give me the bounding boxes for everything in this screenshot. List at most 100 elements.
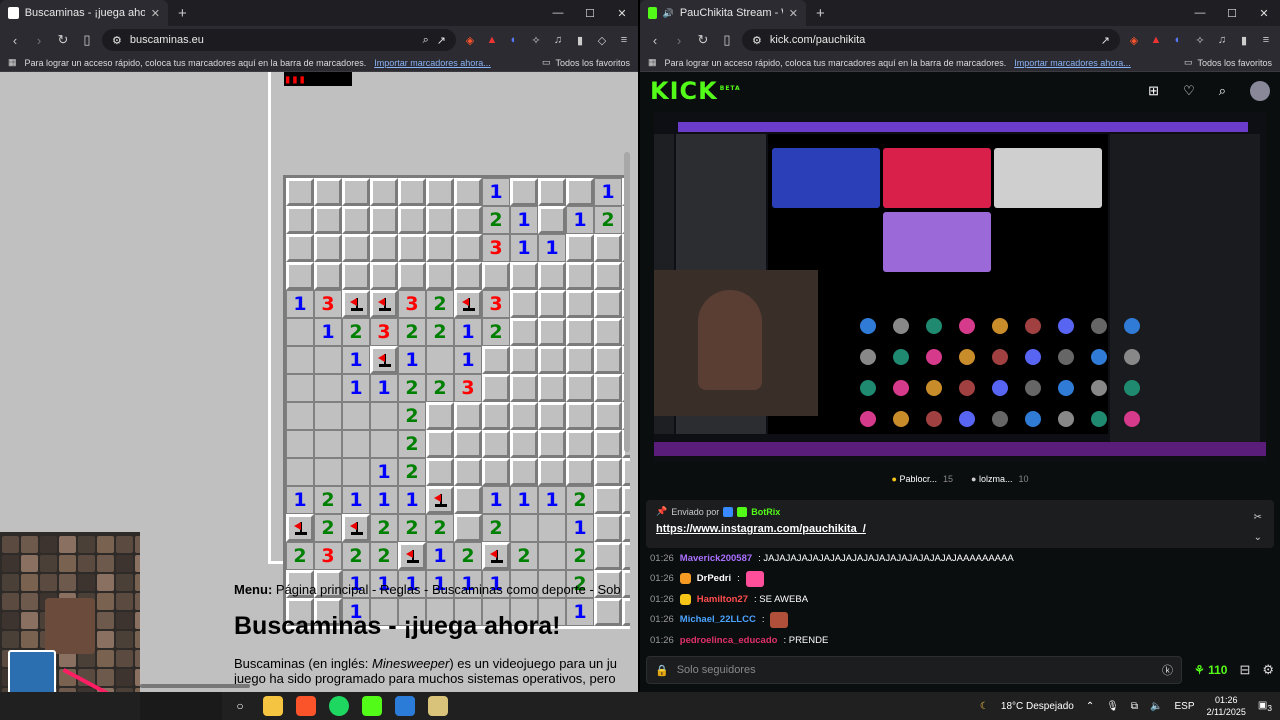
covered-cell[interactable] [622,570,630,598]
covered-cell[interactable] [594,346,622,374]
covered-cell[interactable] [454,514,482,542]
number-cell[interactable]: 3 [454,374,482,402]
flagged-cell[interactable] [398,542,426,570]
flagged-cell[interactable] [370,346,398,374]
forward-icon[interactable]: › [30,33,48,48]
covered-cell[interactable] [622,542,630,570]
number-cell[interactable]: 1 [342,374,370,402]
flagged-cell[interactable] [342,290,370,318]
number-cell[interactable]: 2 [398,374,426,402]
store-icon[interactable]: ⊟ [1239,662,1250,678]
number-cell[interactable]: 2 [482,318,510,346]
brave-rewards-icon[interactable]: ▲ [484,34,500,46]
covered-cell[interactable] [426,458,454,486]
close-window-button[interactable]: ✕ [1248,7,1280,20]
number-cell[interactable]: 2 [398,458,426,486]
vpn-icon[interactable]: ◇ [594,34,610,47]
empty-cell[interactable] [314,458,342,486]
number-cell[interactable]: 1 [538,486,566,514]
covered-cell[interactable] [566,402,594,430]
brave-rewards-icon[interactable]: ▲ [1148,34,1164,46]
chevron-up-icon[interactable]: ⌃ [1086,701,1094,712]
taskbar-search[interactable] [140,692,222,720]
address-bar[interactable]: ⚙ kick.com/pauchikita ↗ [742,29,1120,51]
chevron-down-icon[interactable]: ⌄ [1254,528,1262,548]
bookmark-icon[interactable]: ▯ [78,32,96,48]
leaderboard-entry[interactable]: ● lolzma... 10 [971,474,1028,492]
flagged-cell[interactable] [426,486,454,514]
heart-icon[interactable]: ♡ [1183,83,1195,99]
number-cell[interactable]: 2 [286,542,314,570]
number-cell[interactable]: 1 [510,486,538,514]
covered-cell[interactable] [482,430,510,458]
covered-cell[interactable] [594,514,622,542]
empty-cell[interactable] [342,458,370,486]
close-window-button[interactable]: ✕ [606,7,638,20]
covered-cell[interactable] [454,402,482,430]
covered-cell[interactable] [566,430,594,458]
covered-cell[interactable] [510,290,538,318]
number-cell[interactable]: 2 [314,514,342,542]
maximize-button[interactable]: ☐ [1216,7,1248,20]
back-icon[interactable]: ‹ [6,33,24,48]
brave-icon[interactable] [296,696,316,716]
number-cell[interactable]: 1 [314,318,342,346]
chat-username[interactable]: Hamilton27 [697,594,748,605]
covered-cell[interactable] [538,206,566,234]
number-cell[interactable]: 2 [398,318,426,346]
covered-cell[interactable] [594,402,622,430]
number-cell[interactable]: 1 [398,486,426,514]
covered-cell[interactable] [510,262,538,290]
covered-cell[interactable] [566,458,594,486]
minimize-button[interactable]: — [1184,7,1216,19]
number-cell[interactable]: 2 [482,514,510,542]
empty-cell[interactable] [510,514,538,542]
covered-cell[interactable] [454,206,482,234]
covered-cell[interactable] [622,486,630,514]
instagram-link[interactable]: https://www.instagram.com/pauchikita_/ [656,523,1264,535]
number-cell[interactable]: 2 [566,542,594,570]
covered-cell[interactable] [566,262,594,290]
chat-username[interactable]: DrPedri [697,573,731,584]
wallet-icon[interactable]: ◐ [1170,34,1186,46]
number-cell[interactable]: 2 [398,430,426,458]
apps-icon[interactable]: ▦ [648,57,657,68]
covered-cell[interactable] [594,486,622,514]
number-cell[interactable]: 2 [566,486,594,514]
brave-shield-icon[interactable]: ◈ [1126,34,1142,47]
tab-buscaminas[interactable]: Buscaminas - ¡juega ahora! ✕ [0,0,168,26]
covered-cell[interactable] [342,234,370,262]
number-cell[interactable]: 2 [398,514,426,542]
covered-cell[interactable] [566,318,594,346]
horizontal-scrollbar[interactable] [140,684,250,688]
covered-cell[interactable] [594,374,622,402]
file-explorer-icon[interactable] [263,696,283,716]
bookmark-icon[interactable]: ▯ [718,32,736,48]
all-favorites[interactable]: ▭ Todos los favoritos [1184,57,1272,68]
number-cell[interactable]: 1 [398,346,426,374]
covered-cell[interactable] [314,206,342,234]
language-indicator[interactable]: ESP [1175,701,1195,712]
vertical-scrollbar[interactable] [624,152,630,452]
covered-cell[interactable] [594,234,622,262]
extensions-icon[interactable]: ✧ [528,34,544,47]
number-cell[interactable]: 1 [510,206,538,234]
site-info-icon[interactable]: ⚙ [752,34,762,47]
covered-cell[interactable] [510,178,538,206]
reload-icon[interactable]: ↻ [54,32,72,48]
covered-cell[interactable] [426,178,454,206]
empty-cell[interactable] [370,430,398,458]
site-info-icon[interactable]: ⚙ [112,34,122,47]
covered-cell[interactable] [538,178,566,206]
number-cell[interactable]: 1 [510,234,538,262]
flagged-cell[interactable] [454,290,482,318]
unpin-icon[interactable]: ✂ [1254,508,1262,528]
number-cell[interactable]: 2 [426,514,454,542]
number-cell[interactable]: 2 [370,542,398,570]
network-icon[interactable]: ⧉ [1131,701,1138,712]
number-cell[interactable]: 3 [482,234,510,262]
notifications-icon[interactable]: ▣3 [1258,700,1272,713]
covered-cell[interactable] [314,234,342,262]
media-icon[interactable]: ♫ [1214,34,1230,46]
flagged-cell[interactable] [482,542,510,570]
